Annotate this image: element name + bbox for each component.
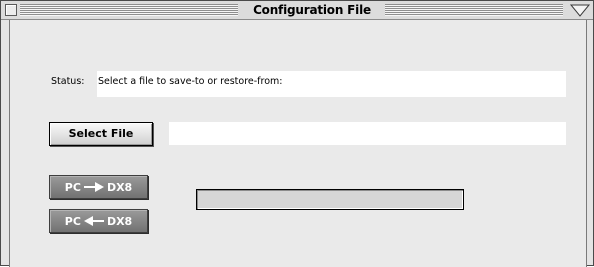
status-text: Select a file to save-to or restore-from…	[98, 76, 283, 87]
title-bar-stripes-right	[385, 4, 563, 16]
dx8-label: DX8	[106, 180, 133, 194]
status-display: Select a file to save-to or restore-from…	[97, 71, 566, 97]
collapse-icon[interactable]	[568, 2, 592, 18]
progress-bar	[196, 189, 464, 210]
file-path-field[interactable]	[169, 122, 566, 145]
pc-label: PC	[64, 180, 81, 194]
right-arrow-icon	[83, 182, 104, 192]
pc-to-dx8-button[interactable]: PC DX8	[49, 175, 148, 199]
close-box[interactable]	[5, 4, 17, 16]
title-bar[interactable]: Configuration File	[1, 1, 593, 20]
pc-label: PC	[64, 214, 81, 228]
window-title: Configuration File	[253, 3, 371, 17]
dx8-to-pc-button[interactable]: PC DX8	[49, 209, 148, 233]
left-arrow-icon	[83, 216, 104, 226]
select-file-button[interactable]: Select File	[49, 122, 153, 146]
dx8-label: DX8	[106, 214, 133, 228]
title-bar-stripes-left	[20, 4, 238, 16]
configuration-file-window: Configuration File Status: Select a file…	[0, 0, 594, 267]
status-label: Status:	[51, 76, 85, 87]
